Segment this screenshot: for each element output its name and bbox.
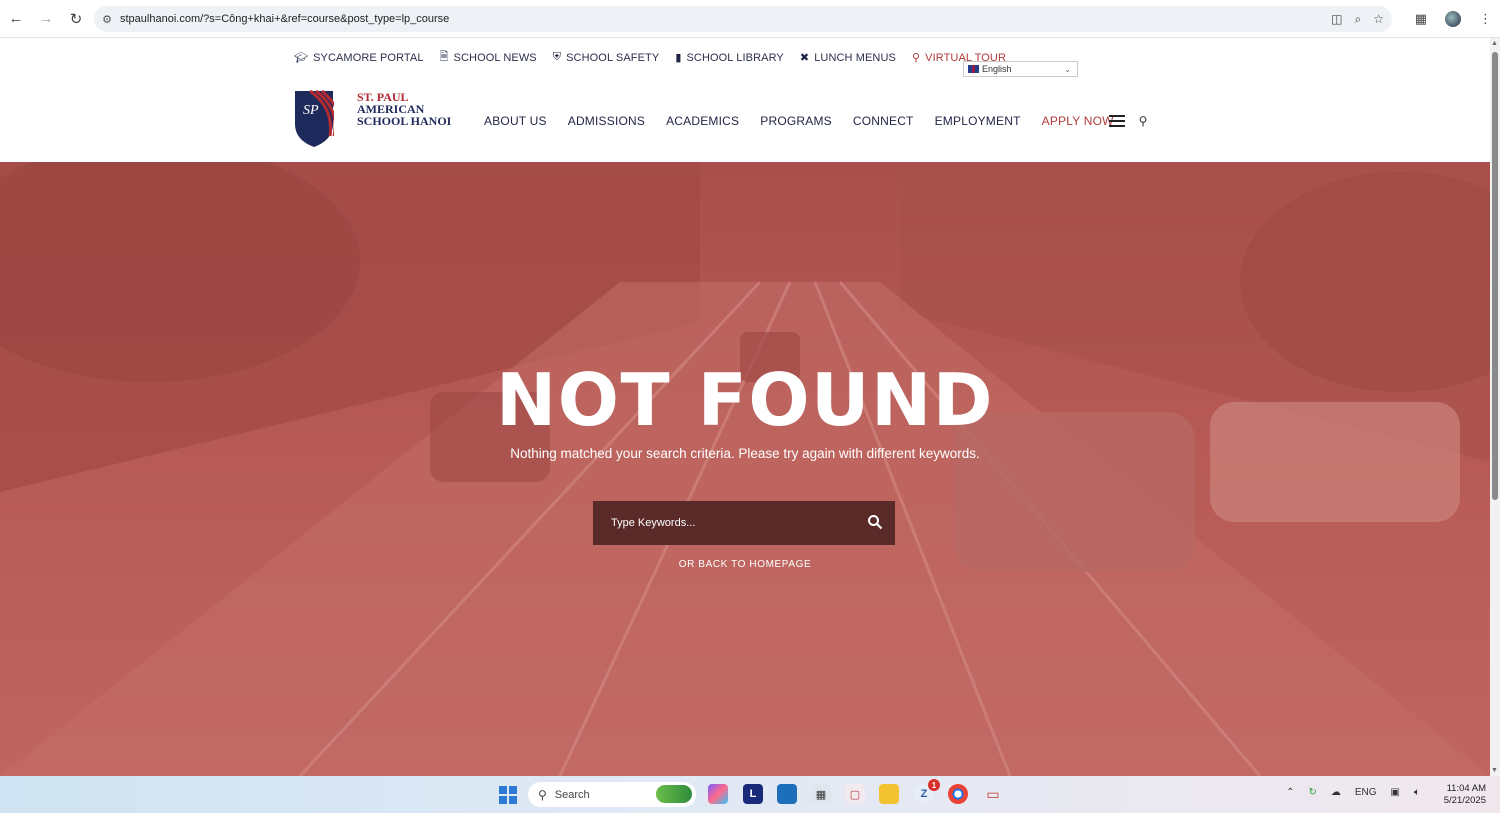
back-arrow-icon[interactable]: ←: [2, 5, 30, 33]
scroll-up-arrow-icon[interactable]: ▲: [1491, 40, 1498, 47]
network-icon[interactable]: ▣: [1391, 787, 1400, 798]
topbar-link-label: SCHOOL LIBRARY: [686, 51, 784, 64]
calculator-icon[interactable]: ▦: [811, 784, 831, 804]
main-navigation: ABOUT US ADMISSIONS ACADEMICS PROGRAMS C…: [484, 114, 1148, 128]
sync-icon[interactable]: ↻: [1308, 787, 1316, 798]
topbar-link-news[interactable]: 🗎︎ SCHOOL NEWS: [440, 48, 537, 67]
search-highlight-icon: [656, 785, 692, 803]
hamburger-menu-icon[interactable]: [1109, 115, 1125, 127]
menu-kebab-icon[interactable]: ⋮: [1479, 11, 1492, 27]
nav-programs[interactable]: PROGRAMS: [760, 114, 832, 128]
book-icon: ▮: [675, 52, 682, 64]
search-icon[interactable]: ⚲: [1139, 114, 1148, 128]
school-logo[interactable]: SP ST. PAUL AMERICAN SCHOOL HANOI: [294, 90, 464, 150]
topbar-link-library[interactable]: ▮ SCHOOL LIBRARY: [675, 51, 784, 65]
scrollbar-thumb[interactable]: [1492, 52, 1498, 500]
input-language[interactable]: ENG: [1355, 787, 1377, 798]
topbar-link-label: SYCAMORE PORTAL: [313, 51, 424, 64]
chrome-icon[interactable]: [948, 784, 968, 804]
snipping-tool-icon[interactable]: ▢: [845, 784, 865, 804]
forward-arrow-icon[interactable]: →: [32, 5, 60, 33]
map-pin-icon: ⚲: [911, 52, 921, 64]
document-icon: 🗎︎: [439, 51, 449, 63]
profile-avatar[interactable]: [1445, 11, 1461, 27]
topbar-link-safety[interactable]: ⛨ SCHOOL SAFETY: [553, 51, 660, 64]
taskbar-search[interactable]: ⚲ Search: [528, 782, 696, 807]
language-value: English: [982, 64, 1012, 74]
language-select[interactable]: English ⌄: [963, 61, 1078, 77]
page-scrollbar[interactable]: ▲ ▼: [1490, 38, 1500, 776]
nav-admissions[interactable]: ADMISSIONS: [568, 114, 645, 128]
address-url[interactable]: stpaulhanoi.com/?s=Công+khai+&ref=course…: [120, 13, 449, 25]
search-input[interactable]: [593, 517, 853, 529]
zoom-icon[interactable]: ⌕: [1355, 12, 1362, 27]
uk-flag-icon: [968, 65, 979, 73]
shield-icon: ⛨: [552, 51, 562, 63]
topbar-link-label: SCHOOL SAFETY: [566, 51, 660, 64]
nav-academics[interactable]: ACADEMICS: [666, 114, 739, 128]
copilot-icon[interactable]: [708, 784, 728, 804]
search-form: [593, 501, 895, 545]
store-icon[interactable]: [777, 784, 797, 804]
page-subtitle: Nothing matched your search criteria. Pl…: [510, 446, 980, 461]
cloud-off-icon[interactable]: ☁: [1331, 787, 1341, 798]
nav-employment[interactable]: EMPLOYMENT: [935, 114, 1021, 128]
file-explorer-icon[interactable]: [879, 784, 899, 804]
windows-start-icon[interactable]: [499, 786, 517, 804]
system-tray: ⌃ ↻ ☁ ENG ▣ 🔈︎: [1286, 787, 1420, 798]
lingo-app-icon[interactable]: L: [743, 784, 763, 804]
bookmark-star-icon[interactable]: ☆: [1373, 12, 1384, 26]
volume-icon[interactable]: 🔈︎: [1414, 787, 1420, 798]
browser-toolbar: ← → ↻ ⚙ stpaulhanoi.com/?s=Công+khai+&re…: [0, 0, 1500, 38]
hero-banner: NOT FOUND Nothing matched your search cr…: [0, 162, 1490, 776]
nav-connect[interactable]: CONNECT: [853, 114, 914, 128]
web-page: 🎓︎ SYCAMORE PORTAL 🗎︎ SCHOOL NEWS ⛨ SCHO…: [0, 38, 1490, 776]
topbar-link-sycamore[interactable]: 🎓︎ SYCAMORE PORTAL: [294, 51, 424, 65]
notification-badge: 1: [928, 779, 940, 791]
topbar-link-label: SCHOOL NEWS: [453, 51, 537, 64]
page-title: NOT FOUND: [495, 358, 995, 442]
chevron-down-icon: ⌄: [1064, 64, 1071, 74]
clock-time: 11:04 AM: [1446, 783, 1486, 794]
search-icon: ⚲: [538, 787, 547, 802]
utility-bar: 🎓︎ SYCAMORE PORTAL 🗎︎ SCHOOL NEWS ⛨ SCHO…: [294, 48, 1006, 67]
network-tool-icon[interactable]: ▭: [983, 784, 1003, 804]
chevron-up-icon[interactable]: ⌃: [1286, 787, 1294, 798]
taskbar-search-label: Search: [554, 788, 590, 801]
logo-line-3: SCHOOL HANOI: [357, 114, 452, 128]
taskbar-clock[interactable]: 11:04 AM 5/21/2025: [1444, 783, 1486, 807]
svg-text:SP: SP: [303, 103, 319, 118]
topbar-link-lunch[interactable]: ✖ LUNCH MENUS: [799, 51, 896, 65]
nav-about-us[interactable]: ABOUT US: [484, 114, 547, 128]
extensions-icon[interactable]: ▦: [1415, 11, 1427, 27]
search-icon[interactable]: [867, 514, 883, 530]
scroll-down-arrow-icon[interactable]: ▼: [1491, 767, 1498, 774]
street-background-image: [0, 162, 1490, 776]
site-settings-icon[interactable]: ⚙: [94, 13, 120, 26]
zalo-icon[interactable]: Z 1: [914, 779, 940, 804]
shield-logo-icon: SP: [295, 90, 334, 147]
back-to-homepage-link[interactable]: OR BACK TO HOMEPAGE: [0, 559, 1490, 570]
address-bar[interactable]: ⚙ stpaulhanoi.com/?s=Công+khai+&ref=cour…: [94, 6, 1392, 32]
translate-icon[interactable]: ◫: [1331, 12, 1342, 26]
topbar-link-label: LUNCH MENUS: [814, 51, 896, 64]
reload-icon[interactable]: ↻: [62, 5, 90, 33]
windows-taskbar: ⚲ Search L ▦ ▢ Z 1 ▭ ⌃ ↻ ☁ ENG ▣ 🔈︎ 11:0…: [0, 776, 1500, 813]
utensils-icon: ✖: [799, 52, 810, 64]
nav-apply-now[interactable]: APPLY NOW: [1042, 114, 1114, 128]
school-name: ST. PAUL AMERICAN SCHOOL HANOI: [357, 91, 451, 127]
clock-date: 5/21/2025: [1443, 795, 1486, 806]
graduation-cap-icon: 🎓︎: [294, 52, 309, 64]
